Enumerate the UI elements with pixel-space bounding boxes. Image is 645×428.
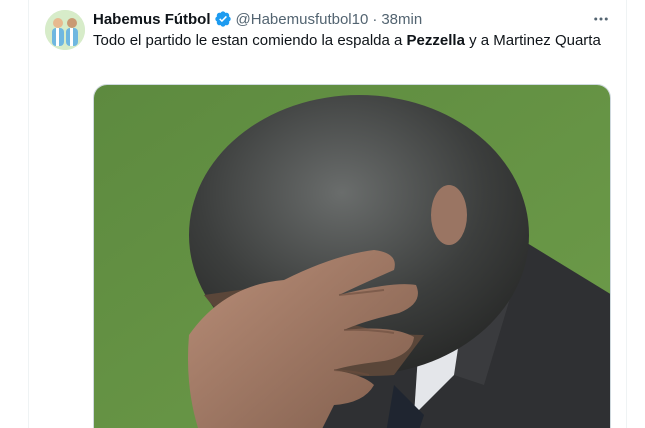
tweet-text: Todo el partido le estan comiendo la esp… bbox=[93, 31, 613, 51]
avatar-image bbox=[45, 10, 85, 50]
verified-badge-icon bbox=[214, 10, 232, 28]
more-options-icon[interactable] bbox=[590, 8, 612, 30]
tweet-timestamp[interactable]: 38min bbox=[381, 11, 422, 28]
media-image bbox=[94, 85, 610, 428]
author-handle[interactable]: @Habemusfutbol10 bbox=[236, 11, 369, 28]
tweet-header: Habemus Fútbol @Habemusfutbol10 · 38min bbox=[93, 8, 422, 30]
timeline-right-border bbox=[626, 0, 627, 428]
tweet-text-bold: Pezzella bbox=[406, 32, 465, 49]
tweet-text-end: y a Martinez Quarta bbox=[464, 32, 601, 49]
avatar[interactable] bbox=[45, 10, 85, 50]
author-name[interactable]: Habemus Fútbol bbox=[93, 11, 211, 28]
tweet-media[interactable] bbox=[93, 84, 611, 428]
tweet[interactable]: Habemus Fútbol @Habemusfutbol10 · 38min … bbox=[29, 0, 626, 428]
tweet-text-start: Todo el partido le estan comiendo la esp… bbox=[93, 32, 407, 49]
separator-dot: · bbox=[372, 10, 378, 28]
